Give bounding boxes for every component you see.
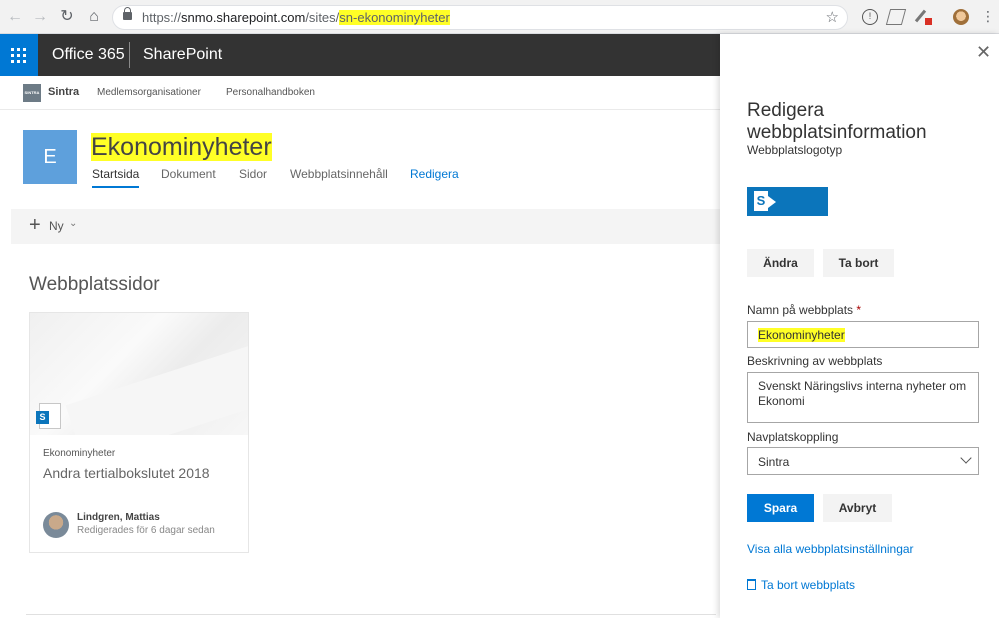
remove-logo-button[interactable]: Ta bort	[823, 249, 894, 277]
description-label: Beskrivning av webbplats	[747, 354, 883, 368]
panel-title: Redigera webbplatsinformation	[747, 100, 927, 143]
address-bar[interactable]: https://snmo.sharepoint.com/sites/sn-eko…	[112, 5, 848, 30]
delete-site-link[interactable]: Ta bort webbplats	[747, 578, 855, 592]
forward-arrow-icon[interactable]: →	[31, 8, 49, 26]
home-icon[interactable]: ⌂	[85, 8, 103, 26]
card-title[interactable]: Andra tertialbokslutet 2018	[43, 465, 210, 481]
hub-link-medlemsorganisationer[interactable]: Medlemsorganisationer	[97, 87, 201, 98]
card-author: Lindgren, Mattias	[77, 512, 160, 523]
logo-label: Webbplatslogotyp	[747, 143, 843, 157]
hub-logo[interactable]: SINTRA	[23, 84, 41, 102]
site-name-input[interactable]: Ekonominyheter	[747, 321, 979, 348]
hub-title[interactable]: Sintra	[48, 86, 79, 98]
card-edited-time: Redigerades för 6 dagar sedan	[77, 525, 215, 536]
menu-dots-icon[interactable]: ⋮	[981, 9, 997, 25]
chevron-down-icon: ⌄	[69, 218, 78, 229]
nav-edit-link[interactable]: Redigera	[410, 167, 459, 181]
tools-extension-icon[interactable]	[914, 9, 932, 25]
site-title[interactable]: Ekonominyheter	[91, 133, 272, 162]
hub-navigation: SINTRA Sintra Medlemsorganisationer Pers…	[0, 76, 720, 110]
close-icon[interactable]: ✕	[976, 42, 991, 63]
save-button[interactable]: Spara	[747, 494, 814, 522]
nav-startsida[interactable]: Startsida	[92, 167, 140, 188]
extension-icon[interactable]	[885, 9, 907, 25]
nav-dokument[interactable]: Dokument	[161, 167, 216, 181]
suitebar-divider	[129, 42, 130, 68]
profile-avatar-icon[interactable]	[953, 9, 969, 25]
url-text: https://snmo.sharepoint.com/sites/sn-eko…	[142, 10, 450, 25]
name-label: Namn på webbplats *	[747, 303, 862, 317]
plus-icon: +	[29, 214, 41, 236]
cancel-button[interactable]: Avbryt	[823, 494, 892, 522]
back-arrow-icon[interactable]: ←	[6, 8, 24, 26]
bookmark-star-icon[interactable]: ☆	[826, 8, 839, 26]
info-extension-icon[interactable]: !	[862, 9, 878, 25]
hub-link-personalhandboken[interactable]: Personalhandboken	[226, 87, 315, 98]
author-avatar	[43, 512, 69, 538]
footer-divider	[26, 614, 716, 615]
new-label: Ny	[49, 219, 64, 233]
change-logo-button[interactable]: Ändra	[747, 249, 814, 277]
nav-webbplatsinnehall[interactable]: Webbplatsinnehåll	[290, 167, 388, 181]
page-card[interactable]: S Ekonominyheter Andra tertialbokslutet …	[29, 312, 249, 553]
nav-sidor[interactable]: Sidor	[239, 167, 267, 181]
lock-icon	[123, 7, 132, 20]
all-settings-link[interactable]: Visa alla webbplatsinställningar	[747, 542, 914, 556]
site-description-textarea[interactable]: Svenskt Näringslivs interna nyheter om E…	[747, 372, 979, 423]
sharepoint-page-icon: S	[36, 403, 61, 429]
chevron-down-icon	[960, 452, 972, 464]
sharepoint-link[interactable]: SharePoint	[143, 46, 222, 64]
reload-icon[interactable]: ↻	[58, 8, 76, 26]
site-logo[interactable]: E	[23, 130, 77, 184]
app-launcher-icon[interactable]	[0, 34, 38, 76]
browser-toolbar: ← → ↻ ⌂ https://snmo.sharepoint.com/site…	[0, 0, 999, 34]
navlink-label: Navplatskoppling	[747, 430, 839, 444]
card-thumbnail	[30, 313, 248, 435]
section-title: Webbplatssidor	[29, 274, 160, 295]
suite-bar: Office 365 SharePoint	[0, 34, 720, 76]
command-bar: + Ny ⌄	[11, 209, 720, 244]
office365-link[interactable]: Office 365	[52, 46, 125, 64]
site-logo-preview: S	[747, 187, 828, 216]
card-site-name: Ekonominyheter	[43, 448, 116, 459]
edit-site-panel: ✕ Redigera webbplatsinformation Webbplat…	[720, 34, 999, 618]
trash-icon	[747, 579, 756, 590]
navlink-dropdown[interactable]: Sintra	[747, 447, 979, 475]
